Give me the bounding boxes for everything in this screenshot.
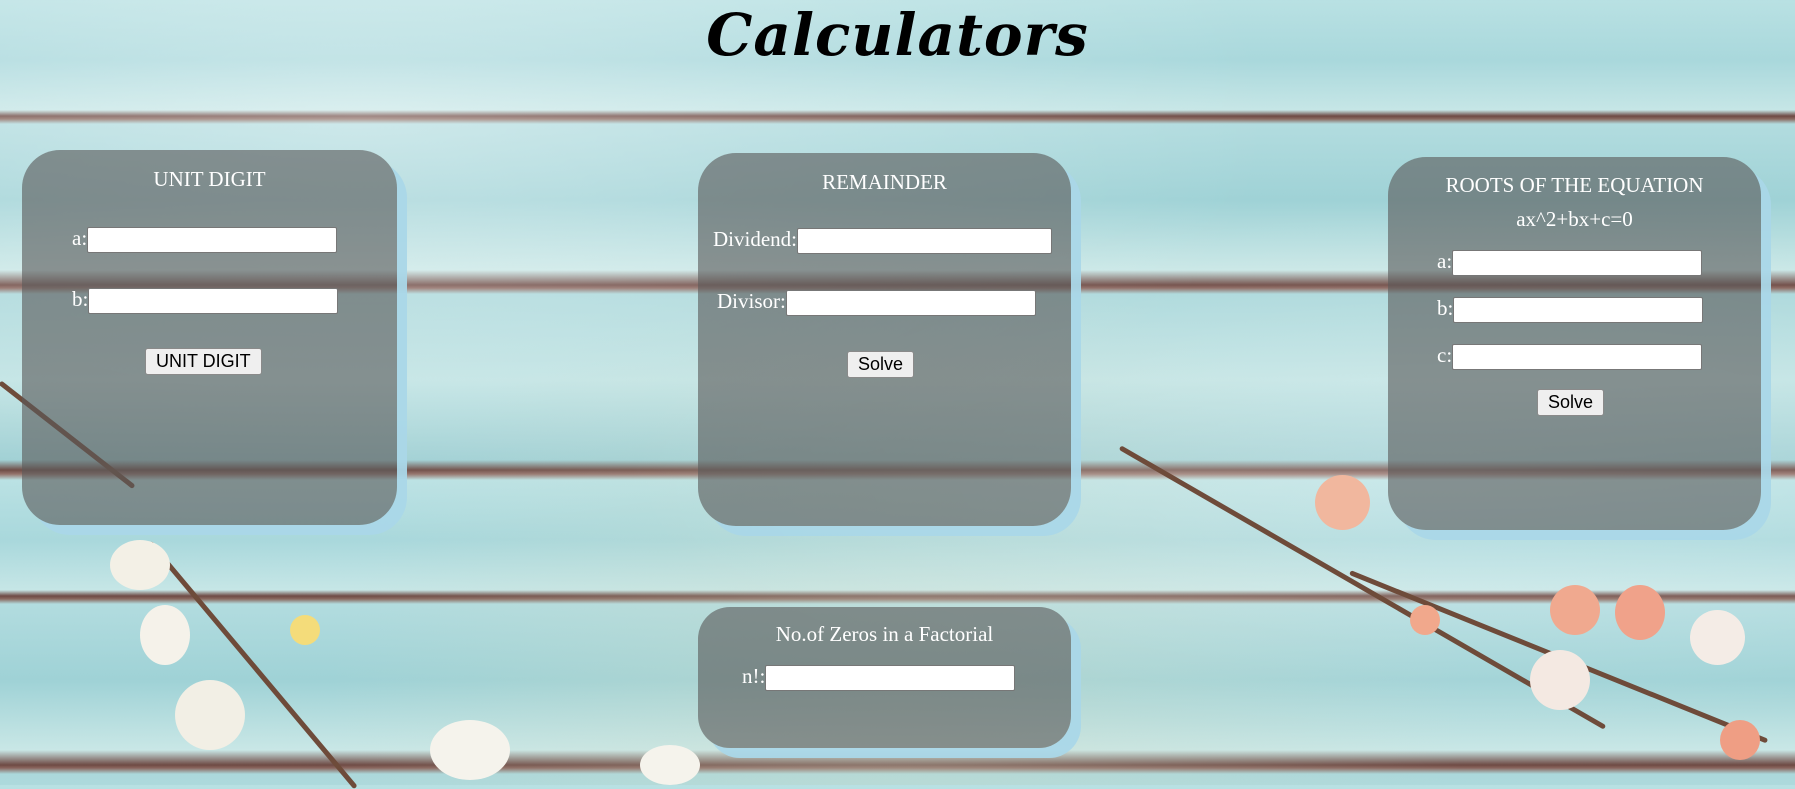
page-title: Calculators bbox=[706, 1, 1089, 69]
factorial-zeros-card: No.of Zeros in a Factorial n!: bbox=[698, 607, 1071, 748]
unit-digit-button[interactable]: UNIT DIGIT bbox=[145, 348, 262, 375]
roots-heading: ROOTS OF THE EQUATION bbox=[1445, 173, 1704, 197]
roots-b-label: b: bbox=[1437, 296, 1454, 320]
roots-c-label: c: bbox=[1437, 343, 1453, 367]
roots-b-input[interactable] bbox=[1453, 297, 1704, 324]
unit-digit-heading: UNIT DIGIT bbox=[153, 167, 266, 191]
roots-equation: ax^2+bx+c=0 bbox=[1516, 207, 1633, 231]
remainder-solve-button[interactable]: Solve bbox=[847, 351, 915, 378]
unit-digit-card: UNIT DIGIT a: b: UNIT DIGIT bbox=[22, 150, 397, 525]
roots-solve-button[interactable]: Solve bbox=[1537, 389, 1605, 416]
factorial-n-input[interactable] bbox=[765, 665, 1016, 692]
unit-digit-a-label: a: bbox=[72, 226, 88, 250]
roots-a-label: a: bbox=[1437, 249, 1453, 273]
factorial-n-label: n!: bbox=[742, 664, 766, 688]
unit-digit-b-label: b: bbox=[72, 287, 89, 311]
roots-a-input[interactable] bbox=[1452, 250, 1703, 277]
remainder-dividend-input[interactable] bbox=[797, 228, 1052, 255]
remainder-heading: REMAINDER bbox=[822, 170, 947, 194]
remainder-divisor-label: Divisor: bbox=[717, 289, 786, 313]
factorial-heading: No.of Zeros in a Factorial bbox=[775, 622, 994, 646]
roots-card: ROOTS OF THE EQUATION ax^2+bx+c=0 a: b: … bbox=[1388, 157, 1761, 530]
roots-c-input[interactable] bbox=[1452, 344, 1703, 371]
remainder-divisor-input[interactable] bbox=[785, 290, 1036, 317]
unit-digit-b-input[interactable] bbox=[88, 288, 339, 315]
remainder-dividend-label: Dividend: bbox=[713, 227, 797, 251]
remainder-card: REMAINDER Dividend: Divisor: Solve bbox=[698, 153, 1071, 526]
unit-digit-a-input[interactable] bbox=[87, 227, 338, 254]
